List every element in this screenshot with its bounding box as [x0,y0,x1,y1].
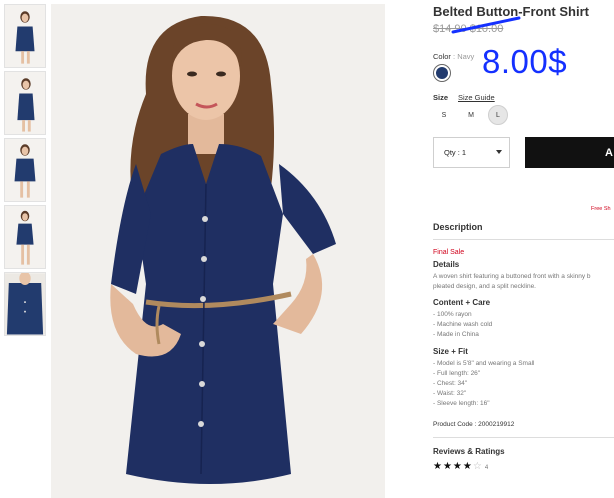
new-price-annotation: 8.00$ [482,43,568,80]
description-heading: Description [433,222,483,232]
price-scribble-mark [451,16,521,34]
quantity-value: Qty : 1 [444,148,467,157]
chevron-down-icon [496,150,502,154]
thumbnail-2[interactable] [4,71,46,135]
details-text-1: A woven shirt featuring a buttoned front… [433,273,591,280]
size-option-l[interactable]: L [488,105,508,125]
main-product-image[interactable] [51,4,385,498]
thumbnail-list [4,4,48,339]
details-text-2: pleated design, and a split neckline. [433,283,536,290]
model-thumbnail-image [17,78,35,132]
model-photo [51,4,385,498]
swatch-fill [436,67,448,79]
star-rating[interactable]: ★★★★☆ 4 [433,461,488,472]
color-swatch-navy[interactable] [433,64,451,82]
thumbnail-4[interactable] [4,205,46,269]
star-icon-empty: ☆ [472,461,483,472]
review-count: 4 [484,465,489,471]
content-item: - Machine wash cold [433,321,493,328]
free-shipping-link[interactable]: Free Sh [591,206,611,212]
size-option-m[interactable]: M [461,105,481,125]
quantity-select[interactable]: Qty : 1 [433,137,510,168]
thumbnail-1[interactable] [4,4,46,68]
fit-item: - Model is 5'8" and wearing a Small [433,360,535,367]
size-label: Size [433,93,449,102]
star-icon-filled: ★★★★ [433,461,473,472]
fit-item: - Full length: 26" [433,370,481,377]
add-to-bag-button[interactable]: A [525,137,614,168]
product-code: Product Code : 2000219912 [433,421,515,428]
fit-item: - Waist: 32" [433,390,467,397]
content-item: - 100% rayon [433,311,472,318]
divider [433,239,614,240]
model-thumbnail-image [15,11,35,64]
model-thumbnail-image [14,144,36,198]
content-item: - Made in China [433,331,479,338]
thumbnail-3[interactable] [4,138,46,202]
model-thumbnail-image [5,273,45,335]
size-guide-link[interactable]: Size Guide [458,93,495,102]
size-fit-heading: Size + Fit [433,347,468,356]
content-care-heading: Content + Care [433,298,491,307]
thumbnail-5[interactable] [4,272,46,336]
size-option-s[interactable]: S [434,105,454,125]
product-info-panel: Belted Button-Front Shirt $14.90 $10.00 … [433,0,614,498]
color-label: Color : Navy [433,52,475,61]
model-thumbnail-image [16,210,34,265]
divider [433,437,614,438]
reviews-heading: Reviews & Ratings [433,447,505,456]
final-sale-badge: Final Sale [433,249,465,256]
fit-item: - Chest: 34" [433,380,468,387]
details-heading: Details [433,260,460,269]
fit-item: - Sleeve length: 16" [433,400,490,407]
